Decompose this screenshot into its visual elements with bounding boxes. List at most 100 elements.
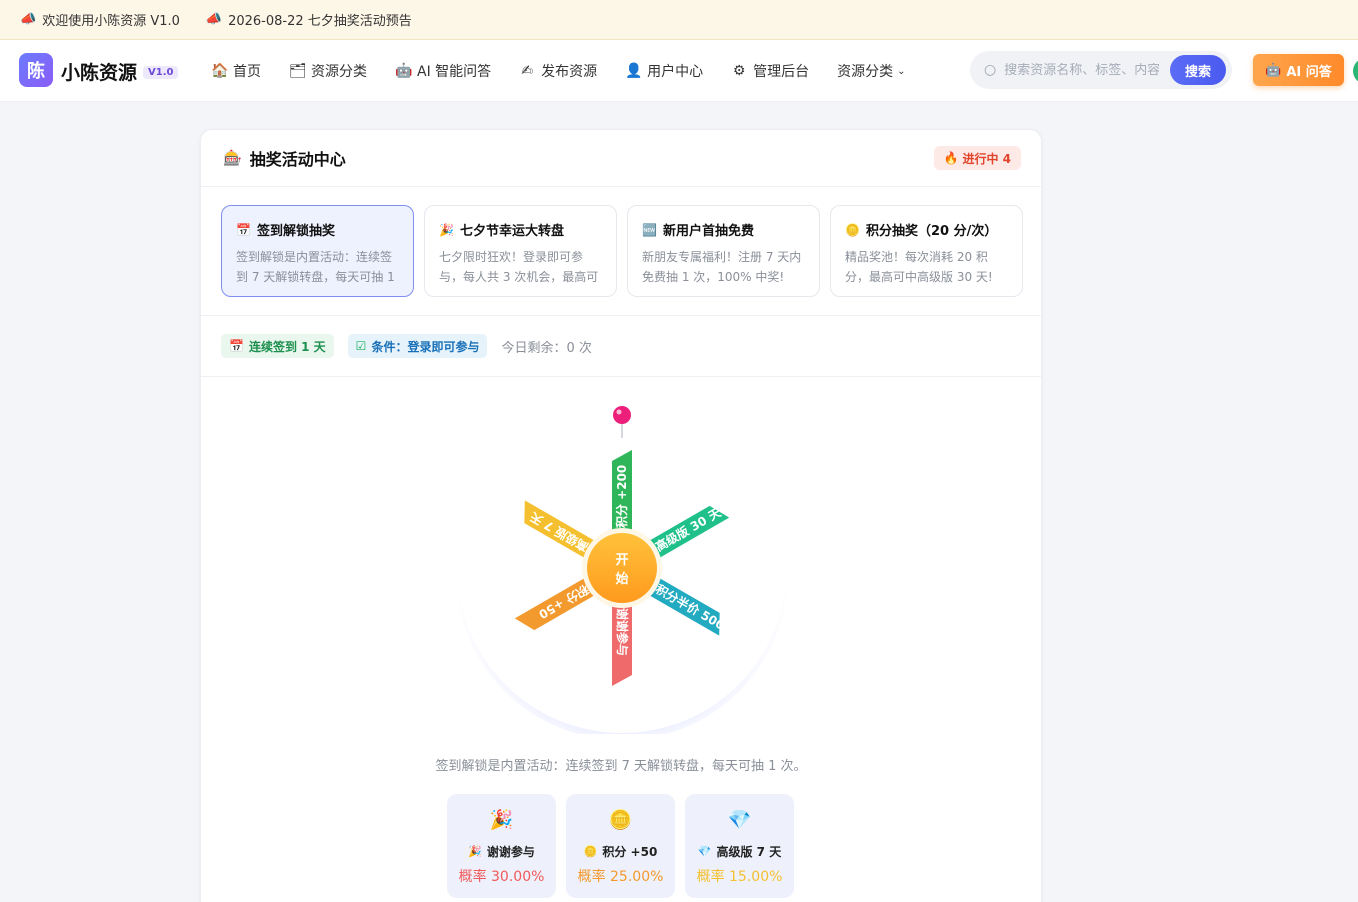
announcement-text: 2026-08-22 七夕抽奖活动预告 bbox=[228, 14, 412, 29]
search-input[interactable] bbox=[1004, 62, 1160, 78]
nav-label: 首页 bbox=[233, 64, 261, 80]
lottery-wheel: 积分 +200 高级版 30 天积分半价 500 谢谢参与 积分 +50 高级版 7 天… bbox=[456, 402, 788, 734]
activity-title: 新用户首抽免费 bbox=[662, 224, 754, 239]
prize-name: 谢谢参与 bbox=[486, 845, 535, 859]
calendar-icon: 📅 bbox=[229, 339, 244, 353]
coin-icon: 🪙 bbox=[608, 809, 633, 831]
party-popper-icon: 🎉 bbox=[489, 809, 514, 831]
chevron-down-icon: ⌄ bbox=[897, 65, 906, 77]
activity-title: 签到解锁抽奖 bbox=[256, 224, 335, 239]
pointer-pin bbox=[613, 406, 631, 424]
card-header: 🎰 抽奖活动中心 🔥 进行中 4 bbox=[201, 130, 1041, 187]
robot-icon: 🤖 bbox=[395, 63, 413, 79]
prize-name: 高级版 7 天 bbox=[716, 845, 782, 859]
megaphone-icon: 📣 bbox=[205, 12, 223, 27]
prize-card: 🪙 🪙 积分 +50 概率 25.00% bbox=[566, 794, 675, 898]
nav-label: 资源分类 bbox=[311, 64, 367, 80]
gear-icon: ⚙ bbox=[732, 63, 746, 79]
nav-item-user-center[interactable]: 👤 用户中心 bbox=[625, 61, 703, 81]
logo[interactable]: 陈 bbox=[19, 53, 53, 87]
avatar[interactable] bbox=[1353, 58, 1358, 84]
pen-icon: ✍ bbox=[521, 63, 534, 79]
search-icon: ○ bbox=[984, 62, 997, 78]
activity-card-checkin[interactable]: 📅 签到解锁抽奖 签到解锁是内置活动：连续签到 7 天解锁转盘，每天可抽 1 次。 bbox=[221, 205, 414, 297]
divider bbox=[201, 376, 1041, 377]
nav-label: 资源分类 bbox=[837, 64, 894, 80]
prize-card: 💎 💎 高级版 7 天 概率 15.00% bbox=[685, 794, 794, 898]
nav-item-categories[interactable]: 🗂 资源分类 bbox=[289, 61, 367, 81]
calendar-icon: 📅 bbox=[236, 222, 251, 237]
nav-label: 用户中心 bbox=[647, 64, 704, 80]
nav-item-ai-qa[interactable]: 🤖 AI 智能问答 bbox=[395, 61, 491, 81]
wheel-segment: 积分 +200 bbox=[612, 450, 632, 538]
home-icon: 🏠 bbox=[211, 63, 229, 79]
announcement-bar: 📣 欢迎使用小陈资源 V1.0 📣 2026-08-22 七夕抽奖活动预告 bbox=[0, 0, 1358, 40]
prize-probability: 概率 30.00% bbox=[458, 869, 545, 885]
streak-text: 连续签到 1 天 bbox=[248, 339, 326, 354]
status-chips: 📅 连续签到 1 天 ☑ 条件：登录即可参与 今日剩余：0 次 bbox=[221, 334, 592, 358]
activity-desc: 签到解锁是内置活动：连续签到 7 天解锁转盘，每天可抽 1 次。 bbox=[236, 250, 395, 284]
ai-qa-button[interactable]: 🤖 AI 问答 bbox=[1253, 54, 1344, 86]
condition-chip: ☑ 条件：登录即可参与 bbox=[347, 334, 488, 358]
prize-list: 🎉 🎉 谢谢参与 概率 30.00% 🪙 🪙 积分 +50 概率 25.00% 💎 … bbox=[447, 794, 804, 898]
main-menu: 🏠 首页 🗂 资源分类 🤖 AI 智能问答 ✍ 发布资源 👤 用户中心 ⚙ 管理后台 资源分… bbox=[211, 40, 934, 102]
search-button[interactable]: 搜索 bbox=[1170, 55, 1226, 85]
lottery-center-card: 🎰 抽奖活动中心 🔥 进行中 4 📅 签到解锁抽奖 签到解锁是内置活动：连续签到 7… bbox=[200, 129, 1042, 902]
nav-label: 发布资源 bbox=[541, 64, 598, 80]
wheel-segment-label: 积分 +200 bbox=[614, 465, 629, 528]
condition-text: 条件：登录即可参与 bbox=[371, 339, 480, 354]
brand-name[interactable]: 小陈资源 bbox=[61, 58, 137, 85]
diamond-icon: 💎 bbox=[727, 809, 752, 831]
ai-button-label: AI 问答 bbox=[1286, 64, 1332, 80]
check-icon: ☑ bbox=[355, 339, 367, 353]
slot-machine-icon: 🎰 bbox=[223, 149, 242, 167]
streak-chip: 📅 连续签到 1 天 bbox=[221, 334, 334, 358]
announcement-text: 欢迎使用小陈资源 V1.0 bbox=[42, 14, 180, 29]
start-label-line2: 始 bbox=[615, 571, 628, 587]
activity-title: 积分抽奖（20 分/次） bbox=[865, 224, 998, 239]
new-badge-icon: 🆕 bbox=[642, 222, 657, 237]
activity-card-qixi[interactable]: 🎉 七夕节幸运大转盘 七夕限时狂欢！登录即可参与，每人共 3 次机会，最高可中大奖… bbox=[424, 205, 617, 297]
search-box: ○ 搜索 bbox=[970, 51, 1232, 89]
prize-probability: 概率 25.00% bbox=[577, 869, 664, 885]
fire-icon: 🔥 bbox=[943, 151, 959, 165]
status-badge: 🔥 进行中 4 bbox=[933, 146, 1021, 170]
prize-card: 🎉 🎉 谢谢参与 概率 30.00% bbox=[447, 794, 556, 898]
top-navbar: 陈 小陈资源 V1.0 🏠 首页 🗂 资源分类 🤖 AI 智能问答 ✍ 发布资源 👤 用户… bbox=[0, 40, 1358, 102]
coin-icon: 🪙 bbox=[845, 222, 860, 237]
folder-icon: 🗂 bbox=[289, 63, 307, 79]
nav-item-publish[interactable]: ✍ 发布资源 bbox=[519, 61, 597, 81]
start-button[interactable] bbox=[587, 533, 657, 603]
coin-icon: 🪙 bbox=[583, 845, 598, 858]
announcement-item[interactable]: 📣 欢迎使用小陈资源 V1.0 bbox=[20, 10, 180, 29]
activity-list: 📅 签到解锁抽奖 签到解锁是内置活动：连续签到 7 天解锁转盘，每天可抽 1 次。… bbox=[221, 205, 1023, 297]
activity-desc: 新朋友专属福利！注册 7 天内免费抽 1 次，100% 中奖! bbox=[642, 250, 802, 284]
divider bbox=[201, 315, 1041, 316]
remaining-count: 今日剩余：0 次 bbox=[501, 340, 592, 356]
nav-item-home[interactable]: 🏠 首页 bbox=[211, 61, 261, 81]
version-badge: V1.0 bbox=[143, 66, 179, 79]
nav-item-admin[interactable]: ⚙ 管理后台 bbox=[731, 61, 809, 81]
activity-desc: 七夕限时狂欢！登录即可参与，每人共 3 次机会，最高可中大奖！ bbox=[439, 250, 599, 284]
activity-card-points[interactable]: 🪙 积分抽奖（20 分/次） 精品奖池！每次消耗 20 积分，最高可中高级版 30… bbox=[830, 205, 1023, 297]
status-badge-label: 进行中 4 bbox=[962, 151, 1011, 166]
wheel-segment-label: 谢谢参与 bbox=[615, 608, 630, 656]
party-popper-icon: 🎉 bbox=[439, 222, 454, 237]
user-icon: 👤 bbox=[625, 63, 643, 79]
activity-card-new-user[interactable]: 🆕 新用户首抽免费 新朋友专属福利！注册 7 天内免费抽 1 次，100% 中奖! bbox=[627, 205, 820, 297]
wheel-svg: 积分 +200高级版 30 天积分半价 500谢谢参与积分 +50高级版 7 天… bbox=[456, 403, 788, 734]
pointer-pin-highlight bbox=[616, 409, 622, 415]
party-popper-icon: 🎉 bbox=[468, 845, 482, 858]
megaphone-icon: 📣 bbox=[20, 12, 37, 27]
activity-title: 七夕节幸运大转盘 bbox=[459, 224, 564, 239]
start-label-line1: 开 bbox=[615, 553, 628, 568]
prize-name: 积分 +50 bbox=[602, 845, 658, 859]
diamond-icon: 💎 bbox=[697, 845, 712, 858]
nav-dropdown-categories[interactable]: 资源分类 ⌄ bbox=[837, 61, 905, 81]
nav-label: 管理后台 bbox=[753, 64, 810, 80]
wheel-segment: 谢谢参与 bbox=[612, 598, 632, 686]
activity-desc: 精品奖池！每次消耗 20 积分，最高可中高级版 30 天! bbox=[845, 250, 993, 284]
page-title: 抽奖活动中心 bbox=[249, 150, 346, 169]
nav-label: AI 智能问答 bbox=[417, 64, 492, 80]
announcement-item[interactable]: 📣 2026-08-22 七夕抽奖活动预告 bbox=[206, 10, 412, 29]
